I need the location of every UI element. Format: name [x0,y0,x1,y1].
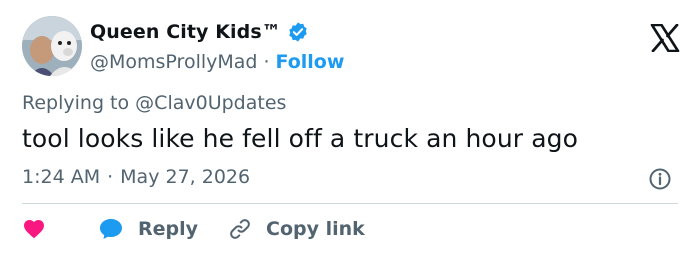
x-logo-icon[interactable] [650,23,680,53]
separator-dot: · [107,166,114,188]
copy-link-button[interactable]: Copy link [228,217,365,241]
tweet-meta: 1:24 AM · May 27, 2026 [22,166,250,188]
action-bar: Reply Copy link [22,214,395,244]
heart-icon [22,217,46,241]
display-name-row: Queen City Kids™ [90,18,344,46]
avatar[interactable] [22,16,82,76]
verified-badge-icon [287,21,309,43]
speech-bubble-icon [98,217,124,241]
reply-context: Replying to @Clav0Updates [22,92,286,114]
author-names: Queen City Kids™ @MomsProllyMad · Follow [90,18,344,76]
separator-dot: · [263,51,270,73]
info-icon[interactable] [648,167,672,191]
avatar-image [22,16,82,76]
divider [22,203,678,204]
like-button[interactable] [22,217,46,241]
reply-mention-link[interactable]: @Clav0Updates [135,92,286,114]
follow-button[interactable]: Follow [276,51,345,73]
handle[interactable]: @MomsProllyMad [90,51,257,73]
reply-label: Reply [138,218,199,240]
copy-link-label: Copy link [266,218,365,240]
tweet-header: Queen City Kids™ @MomsProllyMad · Follow [22,16,682,78]
tweet-time[interactable]: 1:24 AM [22,166,100,188]
tweet-text: tool looks like he fell off a truck an h… [22,124,578,153]
reply-button[interactable]: Reply [98,217,198,241]
handle-row: @MomsProllyMad · Follow [90,48,344,76]
reply-context-prefix: Replying to [22,92,130,114]
tweet-date[interactable]: May 27, 2026 [120,166,250,188]
display-name[interactable]: Queen City Kids™ [90,21,281,43]
link-icon [228,217,252,241]
